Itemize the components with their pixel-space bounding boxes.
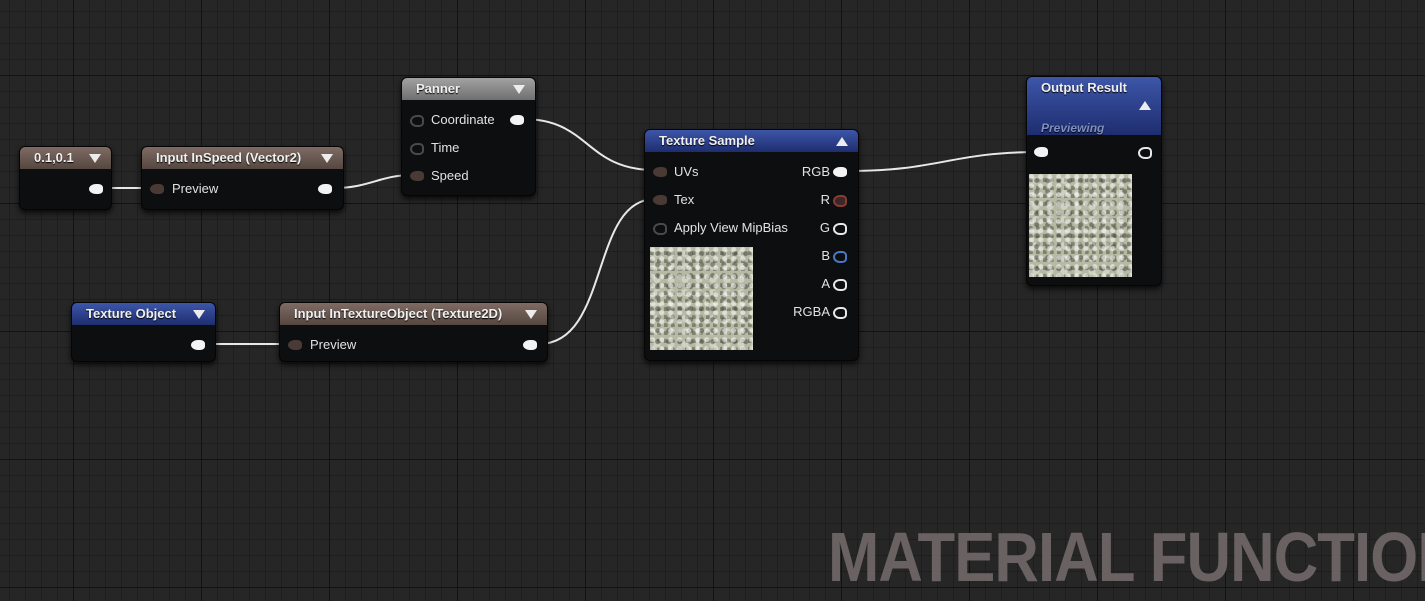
- rgba-output-pin[interactable]: [833, 307, 847, 319]
- texture-sample-header[interactable]: Texture Sample: [645, 130, 858, 152]
- constant-node[interactable]: 0.1,0.1: [19, 146, 112, 210]
- input-inspeed-title: Input InSpeed (Vector2): [156, 150, 302, 165]
- b-label: B: [821, 248, 830, 263]
- collapse-arrow-icon[interactable]: [836, 137, 848, 146]
- output-result-output-pin[interactable]: [1138, 147, 1152, 159]
- texture-sample-title: Texture Sample: [659, 133, 755, 148]
- r-label: R: [820, 192, 830, 207]
- watermark-title: MATERIAL FUNCTION: [828, 518, 1425, 596]
- texture-sample-node[interactable]: Texture Sample UVs Tex Apply View MipBia…: [644, 129, 859, 361]
- wire-intexture-to-tex: [538, 198, 656, 345]
- texture-object-output-pin[interactable]: [191, 340, 205, 350]
- wire-rgb-to-output: [847, 151, 1041, 172]
- panner-header[interactable]: Panner: [402, 78, 535, 100]
- input-intextureobject-output-pin[interactable]: [523, 340, 537, 350]
- panner-title: Panner: [416, 81, 461, 96]
- input-inspeed-preview-pin[interactable]: [150, 184, 164, 194]
- collapse-arrow-icon[interactable]: [513, 85, 525, 94]
- uvs-input-pin[interactable]: [653, 167, 667, 177]
- panner-speed-pin[interactable]: [410, 171, 424, 181]
- previewing-caption: Previewing: [1041, 121, 1105, 135]
- mipbias-label: Apply View MipBias: [674, 220, 788, 235]
- panner-coordinate-pin[interactable]: [410, 115, 424, 127]
- panner-coordinate-label: Coordinate: [431, 112, 495, 127]
- wire-panner-to-uvs: [522, 118, 656, 171]
- panner-node[interactable]: Panner Coordinate Time Speed: [401, 77, 536, 196]
- b-output-pin[interactable]: [833, 251, 847, 263]
- uvs-label: UVs: [674, 164, 699, 179]
- collapse-arrow-icon[interactable]: [193, 310, 205, 319]
- r-output-pin[interactable]: [833, 195, 847, 207]
- a-output-pin[interactable]: [833, 279, 847, 291]
- input-inspeed-output-pin[interactable]: [318, 184, 332, 194]
- collapse-arrow-icon[interactable]: [1139, 101, 1151, 110]
- a-label: A: [821, 276, 830, 291]
- output-result-preview-image: [1029, 174, 1132, 277]
- output-result-node[interactable]: Output Result Previewing: [1026, 76, 1162, 286]
- panner-speed-label: Speed: [431, 168, 469, 183]
- rgb-label: RGB: [801, 164, 830, 179]
- output-result-input-pin[interactable]: [1034, 147, 1048, 157]
- input-inspeed-node[interactable]: Input InSpeed (Vector2) Preview: [141, 146, 344, 210]
- texture-sample-preview-image: [650, 247, 753, 350]
- texture-object-node[interactable]: Texture Object: [71, 302, 216, 362]
- constant-output-pin[interactable]: [89, 184, 103, 194]
- collapse-arrow-icon[interactable]: [525, 310, 537, 319]
- texture-object-header[interactable]: Texture Object: [72, 303, 215, 325]
- tex-input-pin[interactable]: [653, 195, 667, 205]
- constant-node-title: 0.1,0.1: [34, 150, 74, 165]
- texture-object-title: Texture Object: [86, 306, 177, 321]
- g-output-pin[interactable]: [833, 223, 847, 235]
- collapse-arrow-icon[interactable]: [321, 154, 333, 163]
- output-result-title: Output Result: [1041, 80, 1127, 95]
- panner-time-label: Time: [431, 140, 460, 155]
- output-result-header[interactable]: Output Result Previewing: [1027, 77, 1161, 135]
- panner-output-pin[interactable]: [510, 115, 524, 125]
- g-label: G: [819, 220, 830, 235]
- rgb-output-pin[interactable]: [833, 167, 847, 177]
- rgba-label: RGBA: [793, 304, 830, 319]
- mipbias-input-pin[interactable]: [653, 223, 667, 235]
- input-intextureobject-title: Input InTextureObject (Texture2D): [294, 306, 503, 321]
- constant-node-header[interactable]: 0.1,0.1: [20, 147, 111, 169]
- tex-label: Tex: [674, 192, 695, 207]
- input-intextureobject-node[interactable]: Input InTextureObject (Texture2D) Previe…: [279, 302, 548, 362]
- input-intextureobject-header[interactable]: Input InTextureObject (Texture2D): [280, 303, 547, 325]
- panner-time-pin[interactable]: [410, 143, 424, 155]
- input-inspeed-header[interactable]: Input InSpeed (Vector2): [142, 147, 343, 169]
- input-intextureobject-preview-label: Preview: [310, 337, 357, 352]
- collapse-arrow-icon[interactable]: [89, 154, 101, 163]
- input-intextureobject-preview-pin[interactable]: [288, 340, 302, 350]
- input-inspeed-preview-label: Preview: [172, 181, 219, 196]
